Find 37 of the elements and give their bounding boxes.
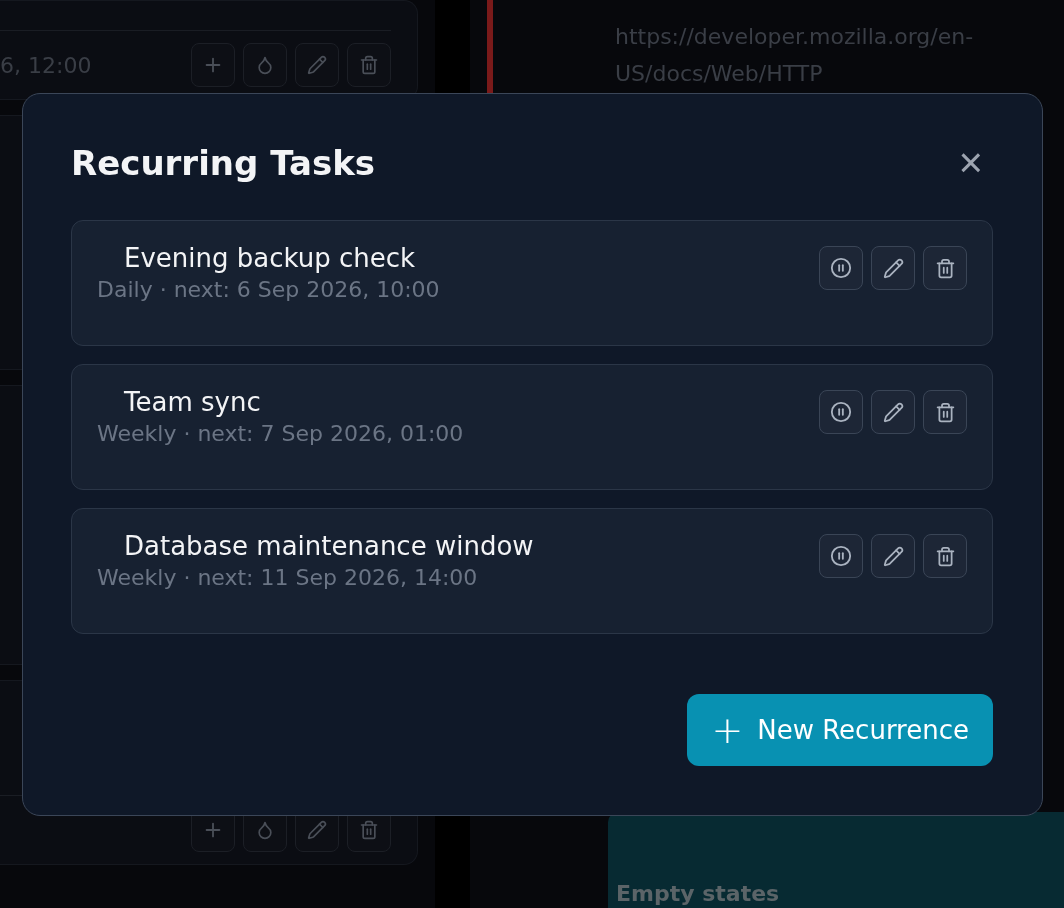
color-button[interactable] bbox=[243, 43, 287, 87]
pause-button[interactable] bbox=[819, 534, 863, 578]
task-title: Evening backup check bbox=[123, 243, 417, 273]
pause-icon bbox=[830, 401, 852, 423]
trash-icon bbox=[934, 401, 956, 423]
pause-icon bbox=[830, 545, 852, 567]
trash-icon bbox=[934, 257, 956, 279]
task-title: Database maintenance window bbox=[123, 531, 534, 561]
pause-button[interactable] bbox=[819, 390, 863, 434]
task-schedule: Weekly · next: 11 Sep 2026, 14:00 bbox=[97, 565, 479, 590]
note-text: https://developer.mozilla.org/en- bbox=[615, 23, 975, 51]
pencil-icon bbox=[882, 257, 904, 279]
pencil-icon bbox=[882, 401, 904, 423]
panel-title: Empty states bbox=[616, 882, 780, 906]
pencil-icon bbox=[307, 820, 327, 840]
delete-button[interactable] bbox=[923, 534, 967, 578]
delete-button[interactable] bbox=[923, 246, 967, 290]
droplet-icon bbox=[255, 55, 275, 75]
pencil-icon bbox=[307, 55, 327, 75]
delete-button[interactable] bbox=[923, 390, 967, 434]
dialog-title: Recurring Tasks bbox=[71, 143, 375, 183]
pencil-icon bbox=[882, 545, 904, 567]
new-recurrence-button[interactable]: + New Recurrence bbox=[687, 694, 993, 766]
trash-icon bbox=[934, 545, 956, 567]
pause-icon bbox=[830, 257, 852, 279]
close-button[interactable]: × bbox=[948, 142, 993, 184]
task-schedule: Weekly · next: 7 Sep 2026, 01:00 bbox=[97, 421, 464, 446]
edit-button[interactable] bbox=[871, 390, 915, 434]
pause-button[interactable] bbox=[819, 246, 863, 290]
note-text: US/docs/Web/HTTP bbox=[615, 60, 824, 88]
trash-icon bbox=[359, 820, 379, 840]
edit-button[interactable] bbox=[871, 246, 915, 290]
task-schedule: Daily · next: 6 Sep 2026, 10:00 bbox=[97, 277, 440, 302]
droplet-icon bbox=[255, 820, 275, 840]
task-title: Team sync bbox=[123, 387, 262, 417]
edit-button[interactable] bbox=[871, 534, 915, 578]
trash-icon bbox=[359, 55, 379, 75]
